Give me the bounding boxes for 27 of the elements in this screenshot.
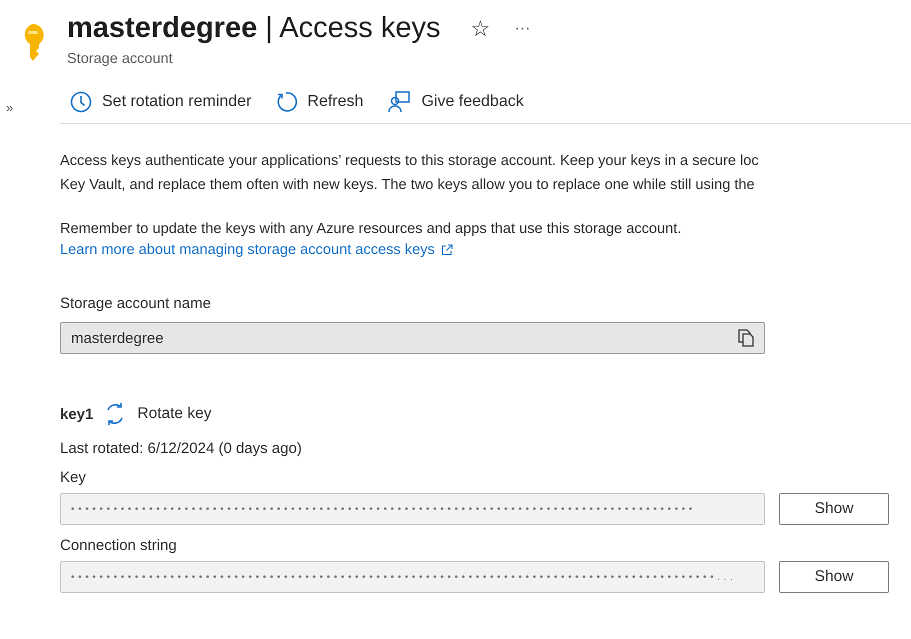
- last-rotated-text: Last rotated: 6/12/2024 (0 days ago): [60, 440, 303, 457]
- account-name-field[interactable]: masterdegree: [60, 322, 765, 354]
- secret-field[interactable]: ••••••••••••••••••••••••••••••••••••••••••••••••••••••••••••••••••••••••••••••••••••••••: [60, 493, 765, 525]
- learn-more-link[interactable]: Learn more about managing storage account access keys: [60, 242, 453, 258]
- reminder-text: Remember to update the keys with any Azure resources and apps that use this storage account.: [60, 220, 682, 239]
- resource-type: Storage account: [67, 51, 174, 67]
- reminder-button[interactable]: Set rotation reminder: [68, 87, 254, 117]
- description-text: Access keys authenticate your applications’ requests to this storage account. Keep your keys in a secure loc Key Vault, and replace them often with new keys. The two keys allow you to replace one while still using the: [60, 152, 760, 195]
- feedback-icon: [387, 91, 412, 113]
- external-link-icon: [440, 244, 453, 256]
- field-label: Connection string: [60, 536, 178, 556]
- show-button[interactable]: Show: [779, 493, 889, 525]
- show-button[interactable]: Show: [779, 561, 889, 593]
- favorite-button[interactable]: ☆: [470, 16, 490, 42]
- feedback-button[interactable]: Give feedback: [385, 87, 526, 117]
- copy-icon[interactable]: [738, 329, 754, 347]
- refresh-icon: [275, 91, 298, 113]
- page-title: masterdegree | Access keys: [67, 12, 440, 45]
- more-button[interactable]: ···: [514, 20, 530, 38]
- field-label: Key: [60, 468, 87, 488]
- rotate-key-button[interactable]: Rotate key: [103, 402, 212, 426]
- field-label: Storage account name: [60, 294, 212, 314]
- clock-icon: [70, 91, 92, 113]
- key-name: key1: [60, 406, 94, 422]
- expand-sidebar-button[interactable]: »: [6, 100, 14, 115]
- secret-field[interactable]: •••••••••••••••••••••••••••••••••••••••••••••••••••••••••••••••••••••••••••••••••••••••••••...: [60, 561, 765, 593]
- refresh-button[interactable]: Refresh: [273, 87, 366, 117]
